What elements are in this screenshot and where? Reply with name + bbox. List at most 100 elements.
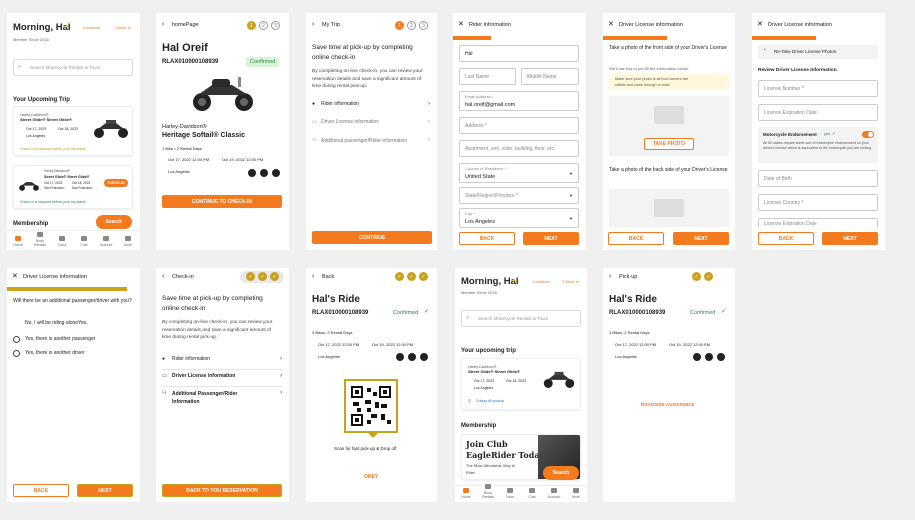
back-arrow-icon[interactable]: ‹ bbox=[162, 21, 164, 29]
license-exp-field[interactable]: License Expiration Date bbox=[758, 104, 878, 121]
retake-photos-button[interactable]: ‹ Re-Take Driver License Photos bbox=[758, 45, 878, 59]
last-name-field[interactable]: Last Name bbox=[459, 68, 516, 85]
email-icon[interactable] bbox=[705, 353, 713, 361]
first-name-field[interactable]: Hal bbox=[459, 45, 579, 62]
tab-home[interactable]: Home bbox=[456, 488, 476, 499]
continue-button[interactable]: CONTINUE bbox=[312, 231, 432, 244]
okey-button[interactable]: OKEY bbox=[364, 474, 378, 481]
scan-caption: Scan for fast pick-up & Drop off bbox=[334, 446, 397, 451]
state-select[interactable]: State/Region/Province * ▼ bbox=[459, 187, 579, 204]
search-input[interactable]: ⌕ Search Motorcycle Rentals & Tours bbox=[461, 310, 581, 327]
search-fab[interactable]: Search bbox=[543, 466, 579, 480]
tab-more[interactable]: More bbox=[118, 236, 138, 247]
menu-icon bbox=[573, 488, 579, 493]
continue-checkin-button[interactable]: CONTINUE TO CHECK-IN bbox=[162, 195, 282, 208]
back-arrow-icon[interactable]: ‹ bbox=[609, 273, 611, 281]
tab-book-rentals[interactable]: Book Rentals bbox=[30, 232, 50, 247]
email-icon[interactable] bbox=[408, 353, 416, 361]
back-button[interactable]: BACK bbox=[13, 484, 69, 497]
summary-passenger[interactable]: ⚇ Additional Passenger/Rider Information… bbox=[162, 390, 282, 408]
email-field[interactable]: Email Address * hal.oreif@gmail.com bbox=[459, 91, 579, 111]
middle-name-field[interactable]: Middle Name bbox=[521, 68, 579, 85]
take-photo-button[interactable]: TAKE PHOTO bbox=[644, 138, 694, 150]
address-field[interactable]: Address * bbox=[459, 117, 579, 134]
back-to-reservation-button[interactable]: BACK TO YOU RESERVATION bbox=[162, 484, 282, 497]
tab-label: Account bbox=[99, 243, 113, 247]
sun-icon: ● bbox=[65, 24, 69, 30]
directions-icon[interactable] bbox=[272, 169, 280, 177]
close-icon[interactable]: ✕ bbox=[458, 21, 464, 29]
radio-passenger[interactable] bbox=[13, 336, 20, 343]
tab-more[interactable]: More bbox=[566, 488, 586, 499]
option-alone[interactable]: No, I will be riding aloneYes, bbox=[25, 320, 88, 327]
phone-icon[interactable] bbox=[248, 169, 256, 177]
tab-tours[interactable]: Tours bbox=[500, 488, 520, 499]
tab-account[interactable]: Account bbox=[96, 236, 116, 247]
back-arrow-icon[interactable]: ‹ bbox=[162, 273, 164, 281]
tab-tours[interactable]: Tours bbox=[52, 236, 72, 247]
phone-icon[interactable] bbox=[396, 353, 404, 361]
next-button[interactable]: NEXT bbox=[77, 484, 133, 497]
tab-club[interactable]: Club bbox=[522, 488, 542, 499]
back-arrow-icon[interactable]: ‹ bbox=[312, 273, 314, 281]
close-icon[interactable]: ✕ bbox=[12, 273, 18, 281]
close-icon[interactable]: ✕ bbox=[608, 21, 614, 29]
checkin-link[interactable]: Check-In bbox=[563, 279, 579, 285]
next-button[interactable]: NEXT bbox=[822, 232, 878, 245]
search-input[interactable]: ⌕ Search Motorcycle Rentals & Tours bbox=[13, 59, 133, 76]
dob-field[interactable]: Date of Birth bbox=[758, 170, 878, 187]
checkin-step-license[interactable]: ▭ Driver License information › bbox=[312, 119, 430, 131]
upcoming-title: Your Upcoming Trip bbox=[13, 97, 70, 103]
checkin-link[interactable]: Check-In bbox=[115, 25, 131, 31]
license-photo-screen: ✕ Driver License information Take a phot… bbox=[603, 13, 735, 250]
pickup-date: Oct 17, 2022 12:00 PM bbox=[615, 342, 657, 347]
apartment-field[interactable]: Apartment, unit, suite, building, floor,… bbox=[459, 140, 579, 157]
endorsement-toggle[interactable] bbox=[862, 131, 874, 138]
close-icon[interactable]: ✕ bbox=[757, 21, 763, 29]
trip-card-2[interactable]: Harley-Davidson® Street Glide® Street Gl… bbox=[13, 165, 133, 209]
directions-icon[interactable] bbox=[420, 353, 428, 361]
map-icon bbox=[507, 488, 513, 493]
checkin-button[interactable]: CHECK-IN bbox=[104, 179, 128, 187]
license-number-field[interactable]: License Number * bbox=[758, 80, 878, 97]
radio-driver[interactable] bbox=[13, 350, 20, 357]
license-exp-field-2[interactable]: License Expiration Date bbox=[758, 218, 878, 228]
back-button[interactable]: BACK bbox=[459, 232, 515, 245]
search-fab[interactable]: Search bbox=[96, 215, 132, 229]
checkin-step-rider[interactable]: ● Rider information › bbox=[312, 101, 430, 113]
email-icon[interactable] bbox=[260, 169, 268, 177]
back-photo-area[interactable] bbox=[609, 189, 729, 227]
back-button[interactable]: BACK bbox=[758, 232, 814, 245]
directions-icon[interactable] bbox=[717, 353, 725, 361]
checkin-step-passenger[interactable]: ⚇ Additional passenger/Rider information… bbox=[312, 137, 430, 155]
locations-link[interactable]: Locations bbox=[533, 279, 550, 285]
step-3-check-icon: ✓ bbox=[704, 272, 713, 281]
field-label: Address * bbox=[465, 122, 487, 129]
next-button[interactable]: NEXT bbox=[523, 232, 579, 245]
tab-club[interactable]: Club bbox=[74, 236, 94, 247]
license-country-field[interactable]: License Country * bbox=[758, 194, 878, 211]
tab-book-rentals[interactable]: Book Rentals bbox=[478, 484, 498, 499]
next-button[interactable]: NEXT bbox=[673, 232, 729, 245]
promo-heading-2: EagleRider Today bbox=[466, 450, 545, 460]
back-button[interactable]: BACK bbox=[608, 232, 664, 245]
description: By completing on-line check-in, you can … bbox=[162, 320, 273, 341]
trip-card[interactable]: Harley-Davidson® Street Glide® Street Gl… bbox=[13, 106, 133, 156]
back-arrow-icon[interactable]: ‹ bbox=[312, 21, 314, 29]
trip-card[interactable]: Harley-Davidson® Street Glide® Street Gl… bbox=[461, 358, 581, 410]
phone-icon[interactable] bbox=[693, 353, 701, 361]
locations-link[interactable]: Locations bbox=[83, 25, 100, 31]
tab-account[interactable]: Account bbox=[544, 488, 564, 499]
summary-rider[interactable]: ● Rider information › bbox=[162, 356, 282, 368]
field-label: State/Region/Province * bbox=[465, 192, 519, 199]
tab-label: Home bbox=[461, 495, 471, 499]
city-select[interactable]: City * Los Angeles ▼ bbox=[459, 208, 579, 228]
country-select[interactable]: Country of Residence * United State ▼ bbox=[459, 163, 579, 183]
club-icon bbox=[81, 236, 87, 241]
option-passenger[interactable]: Yes, there is another passenger bbox=[25, 336, 95, 343]
option-driver[interactable]: Yes, there is another driver bbox=[25, 350, 85, 357]
front-photo-area[interactable]: TAKE PHOTO bbox=[609, 96, 729, 156]
roadside-assistance-link[interactable]: ROADSIDE ASSISTANCE bbox=[641, 402, 695, 407]
summary-license[interactable]: ▭ Driver License information › bbox=[162, 373, 282, 385]
tab-home[interactable]: Home bbox=[8, 236, 28, 247]
